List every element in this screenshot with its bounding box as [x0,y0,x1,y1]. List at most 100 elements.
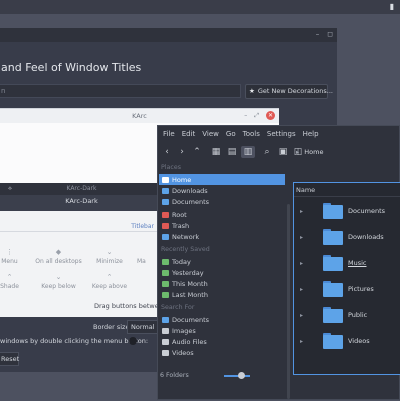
folder-row-videos[interactable]: ▸ Videos [294,328,400,354]
keep-above-option[interactable]: ⌃ Keep above [82,273,137,290]
folder-row-public[interactable]: ▸ Public [294,302,400,328]
menu-go[interactable]: Go [226,130,236,138]
zoom-slider-handle[interactable] [238,372,245,379]
recent-header: Recently Saved [161,246,210,253]
dblclick-close-toggle[interactable] [129,337,137,345]
minimize-option[interactable]: ⌄ Minimize [82,248,137,265]
top-panel: ▮ [0,0,400,14]
search-header: Search For [161,304,195,311]
downloads-icon [162,187,169,194]
folder-icon [323,333,343,349]
sidebar-item-trash[interactable]: Trash [159,220,285,231]
system-tray-icon[interactable]: ▮ [387,2,397,12]
folder-row-downloads[interactable]: ▸ Downloads [294,224,400,250]
up-icon[interactable]: ⌃ [190,146,204,158]
folder-icon [323,229,343,245]
sidebar-item-audio[interactable]: Audio Files [159,336,285,347]
calendar-icon [162,291,169,298]
sidebar-item-yesterday[interactable]: Yesterday [159,267,285,278]
zoom-slider[interactable] [224,375,250,377]
preview-icon[interactable]: ▣ [276,146,290,158]
search-placeholder: n [1,87,6,95]
page-heading: and Feel of Window Titles [1,61,142,74]
home-icon [162,176,169,183]
menu-bar: File Edit View Go Tools Settings Help [158,126,399,142]
sidebar-item-downloads[interactable]: Downloads [159,185,285,196]
places-header: Places [161,164,182,171]
decoration-preview-dark[interactable]: ⟡ KArc-Dark KArc-Dark [0,183,163,211]
dblclick-close-label: windows by double clicking the menu butt… [0,337,149,345]
reset-button[interactable]: Reset [0,352,19,366]
back-icon[interactable]: ‹ [160,146,174,158]
root-icon [162,211,169,218]
folder-icon [323,281,343,297]
sidebar-item-last-month[interactable]: Last Month [159,289,285,300]
maximize-icon: ⤢ [254,111,259,119]
titlebar-label: Titlebar [131,223,154,230]
folder-row-pictures[interactable]: ▸ Pictures [294,276,400,302]
forward-icon[interactable]: › [175,146,189,158]
expand-icon: ▸ [299,311,303,319]
pin-icon: ◆ [55,248,62,256]
menu-settings[interactable]: Settings [267,130,296,138]
maximize-icon[interactable]: ◻ [327,30,333,38]
sidebar-item-search-documents[interactable]: Documents [159,314,285,325]
folder-icon [323,307,343,323]
calendar-icon [162,269,169,276]
folder-icon [323,203,343,219]
expand-icon: ▸ [299,233,303,241]
keep-below-option[interactable]: ⌄ Keep below [31,273,86,290]
dark-preview-title: KArc-Dark [66,185,97,192]
videos-icon [162,349,169,356]
menu-edit[interactable]: Edit [182,130,196,138]
menu-tools[interactable]: Tools [243,130,260,138]
folder-row-music[interactable]: ▸ Music [294,250,400,276]
folder-row-documents[interactable]: ▸ Documents [294,198,400,224]
on-all-desktops-option[interactable]: ◆ On all desktops [31,248,86,265]
expand-icon: ▸ [299,207,303,215]
dark-preview-titlebar: ⟡ KArc-Dark [0,183,163,195]
sidebar-item-videos[interactable]: Videos [159,347,285,358]
compact-view-icon[interactable]: ▤ [225,146,239,158]
search-icon[interactable]: ⌕ [260,146,274,158]
calendar-icon [162,258,169,265]
minimize-icon: – [244,112,248,119]
sidebar-item-images[interactable]: Images [159,325,285,336]
dark-preview-name: KArc-Dark [65,197,98,205]
get-new-decorations-button[interactable]: ★ Get New Decorations... [245,84,333,99]
sidebar-item-this-month[interactable]: This Month [159,278,285,289]
network-icon [162,233,169,240]
keep-below-icon: ⌄ [55,273,62,281]
breadcrumb[interactable]: ▸ Home [293,145,400,160]
expand-icon: ▸ [299,337,303,345]
border-size-select[interactable]: Normal [127,320,158,334]
menu-help[interactable]: Help [303,130,319,138]
icon-view-icon[interactable]: ▦ [209,146,223,158]
status-bar-text: 6 Folders [160,372,189,379]
sidebar-item-root[interactable]: Root [159,209,285,220]
drag-buttons-hint: Drag buttons between [94,302,167,310]
expand-icon: ▸ [299,285,303,293]
keep-above-icon: ⌃ [106,273,113,281]
sidebar-item-network[interactable]: Network [159,231,285,242]
images-icon [162,327,169,334]
expand-icon: ▸ [299,259,303,267]
folder-icon [323,255,343,271]
details-view-icon[interactable]: ▥ [241,146,255,158]
search-input[interactable]: n [0,84,241,98]
settings-titlebar: – ◻ [0,28,337,42]
minimize-icon[interactable]: – [316,30,320,38]
sidebar-item-documents[interactable]: Documents [159,196,285,207]
border-size-label: Border size: [93,323,132,331]
file-view-pane: ▸ Home Name ▸ Documents ▸ Downloads ▸ Music … [293,145,400,399]
file-manager-window: File Edit View Go Tools Settings Help ‹ … [157,125,400,400]
column-header-name[interactable]: Name [294,183,400,197]
documents-icon [162,198,169,205]
sidebar-item-home[interactable]: Home [159,174,285,185]
preview-title: KArc [0,109,279,123]
pin-icon: ⟡ [8,185,12,192]
menu-file[interactable]: File [163,130,175,138]
menu-view[interactable]: View [202,130,219,138]
sidebar-item-today[interactable]: Today [159,256,285,267]
details-view: Name ▸ Documents ▸ Downloads ▸ Music ▸ Pictu… [293,182,400,375]
